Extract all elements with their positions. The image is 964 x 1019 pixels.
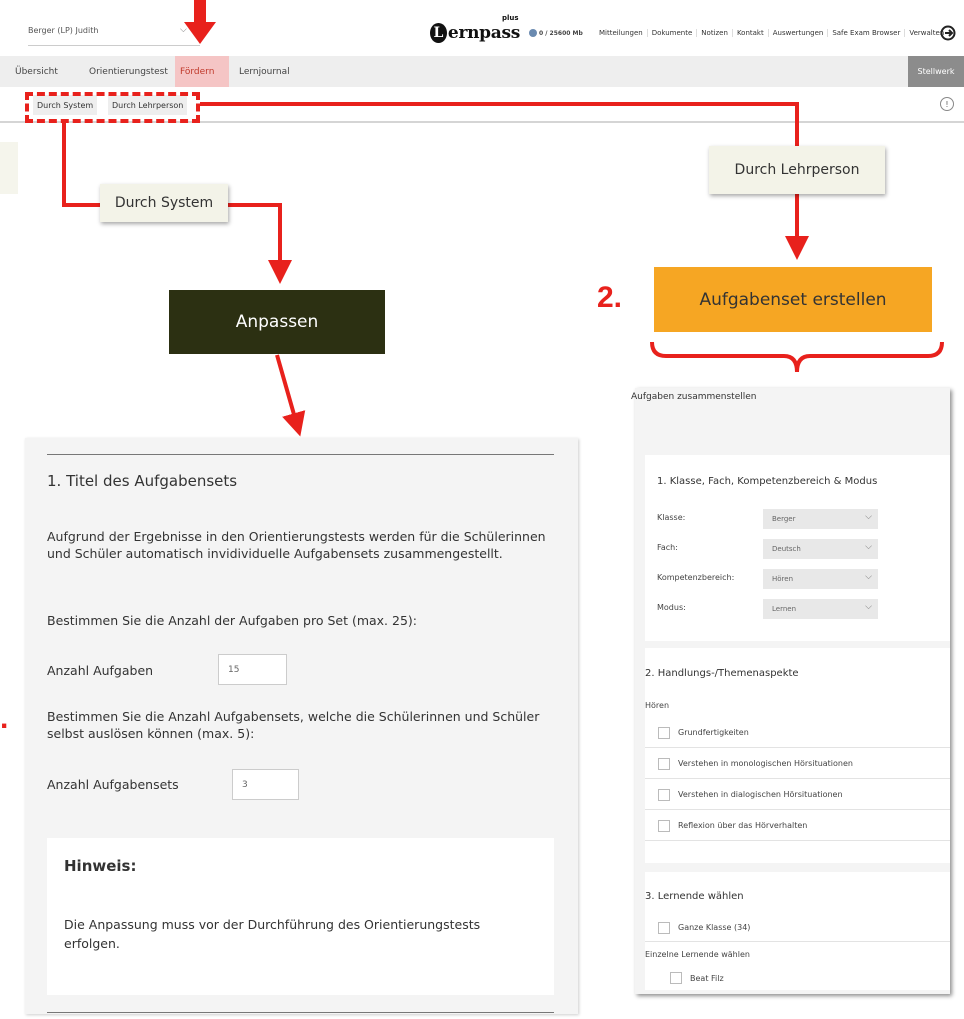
checkbox[interactable] <box>658 757 670 770</box>
panel-header: Aufgaben zusammenstellen <box>631 392 757 402</box>
chevron-down-icon: ⌵ <box>865 602 872 612</box>
aspect-label: Grundfertigkeiten <box>678 728 749 737</box>
anzahl-aufgaben-input[interactable]: 15 <box>218 654 287 685</box>
kompetenzbereich-select[interactable]: Hören ⌵ <box>763 569 878 589</box>
section-subtitle: Hören <box>645 701 670 710</box>
arrow-shaft-top <box>194 0 206 24</box>
section-title: 3. Lernende wählen <box>645 891 744 902</box>
field-label: Fach: <box>657 543 678 552</box>
connector-durch-system <box>62 123 102 207</box>
chevron-down-icon: ⌵ <box>865 572 872 582</box>
divider <box>47 1012 554 1013</box>
fach-select[interactable]: Deutsch ⌵ <box>763 539 878 559</box>
checkbox[interactable] <box>658 726 670 739</box>
field-label: Modus: <box>657 603 686 612</box>
field-label: Klasse: <box>657 513 686 522</box>
klasse-select[interactable]: Berger ⌵ <box>763 509 878 529</box>
divider <box>47 454 554 455</box>
connector-durch-lehrperson <box>200 102 799 146</box>
anzahl-sets-label: Anzahl Aufgabensets <box>47 777 179 792</box>
label-durch-lehrperson: Durch Lehrperson <box>709 146 885 194</box>
aspect-row[interactable]: Grundfertigkeiten <box>645 718 950 748</box>
field-label: Kompetenzbereich: <box>657 573 735 582</box>
label-durch-system: Durch System <box>100 184 228 222</box>
aspect-label: Verstehen in monologischen Hörsituatione… <box>678 759 853 768</box>
anzahl-aufgaben-label: Anzahl Aufgaben <box>47 663 154 678</box>
ganze-klasse-row[interactable]: Ganze Klasse (34) <box>645 914 950 942</box>
aufgabenset-erstellen-button[interactable]: Aufgabenset erstellen <box>654 267 932 332</box>
aspect-label: Reflexion über das Hörverhalten <box>678 821 808 830</box>
chevron-down-icon: ⌵ <box>865 512 872 522</box>
checkbox[interactable] <box>658 819 670 832</box>
arrow-head-top <box>184 22 216 44</box>
arrow-to-anpassen <box>225 203 292 284</box>
aspect-row[interactable]: Verstehen in monologischen Hörsituatione… <box>645 749 950 779</box>
section-title: 2. Handlungs-/Themenaspekte <box>645 668 799 679</box>
subtab-highlight <box>25 92 200 123</box>
bestimmen-sets-text: Bestimmen Sie die Anzahl Aufgabensets, w… <box>47 709 540 741</box>
checkbox[interactable] <box>670 972 682 984</box>
hinweis-text: Die Anpassung muss vor der Durchführung … <box>64 917 481 951</box>
bestimmen-aufgaben-text: Bestimmen Sie die Anzahl der Aufgaben pr… <box>47 613 417 628</box>
anzahl-sets-input[interactable]: 3 <box>232 769 299 800</box>
panel-title: 1. Titel des Aufgabensets <box>47 472 238 490</box>
student-label: Beat Filz <box>690 973 724 983</box>
aspect-row[interactable]: Reflexion über das Hörverhalten <box>645 811 950 841</box>
ganze-klasse-label: Ganze Klasse (34) <box>678 923 751 932</box>
anpassen-button[interactable]: Anpassen <box>169 290 385 354</box>
arrow-to-left-panel <box>275 354 306 437</box>
step-number-2: 2. <box>597 281 623 314</box>
select-value: Deutsch <box>772 545 801 553</box>
einzelne-label: Einzelne Lernende wählen <box>645 950 750 959</box>
chevron-down-icon: ⌵ <box>865 542 872 552</box>
aspect-row[interactable]: Verstehen in dialogischen Hörsituationen <box>645 780 950 810</box>
select-value: Lernen <box>772 605 797 613</box>
hinweis-title: Hinweis: <box>64 857 137 875</box>
aspect-label: Verstehen in dialogischen Hörsituationen <box>678 790 843 799</box>
checkbox[interactable] <box>658 788 670 801</box>
intro-text: Aufgrund der Ergebnisse in den Orientier… <box>47 529 546 561</box>
student-row[interactable]: Beat Filz <box>645 966 950 990</box>
select-value: Hören <box>772 575 794 583</box>
checkbox[interactable] <box>658 921 670 934</box>
brace <box>650 341 944 373</box>
select-value: Berger <box>772 515 796 523</box>
step-number-1: . <box>0 702 9 735</box>
modus-select[interactable]: Lernen ⌵ <box>763 599 878 619</box>
section-title: 1. Klasse, Fach, Kompetenzbereich & Modu… <box>657 476 878 487</box>
